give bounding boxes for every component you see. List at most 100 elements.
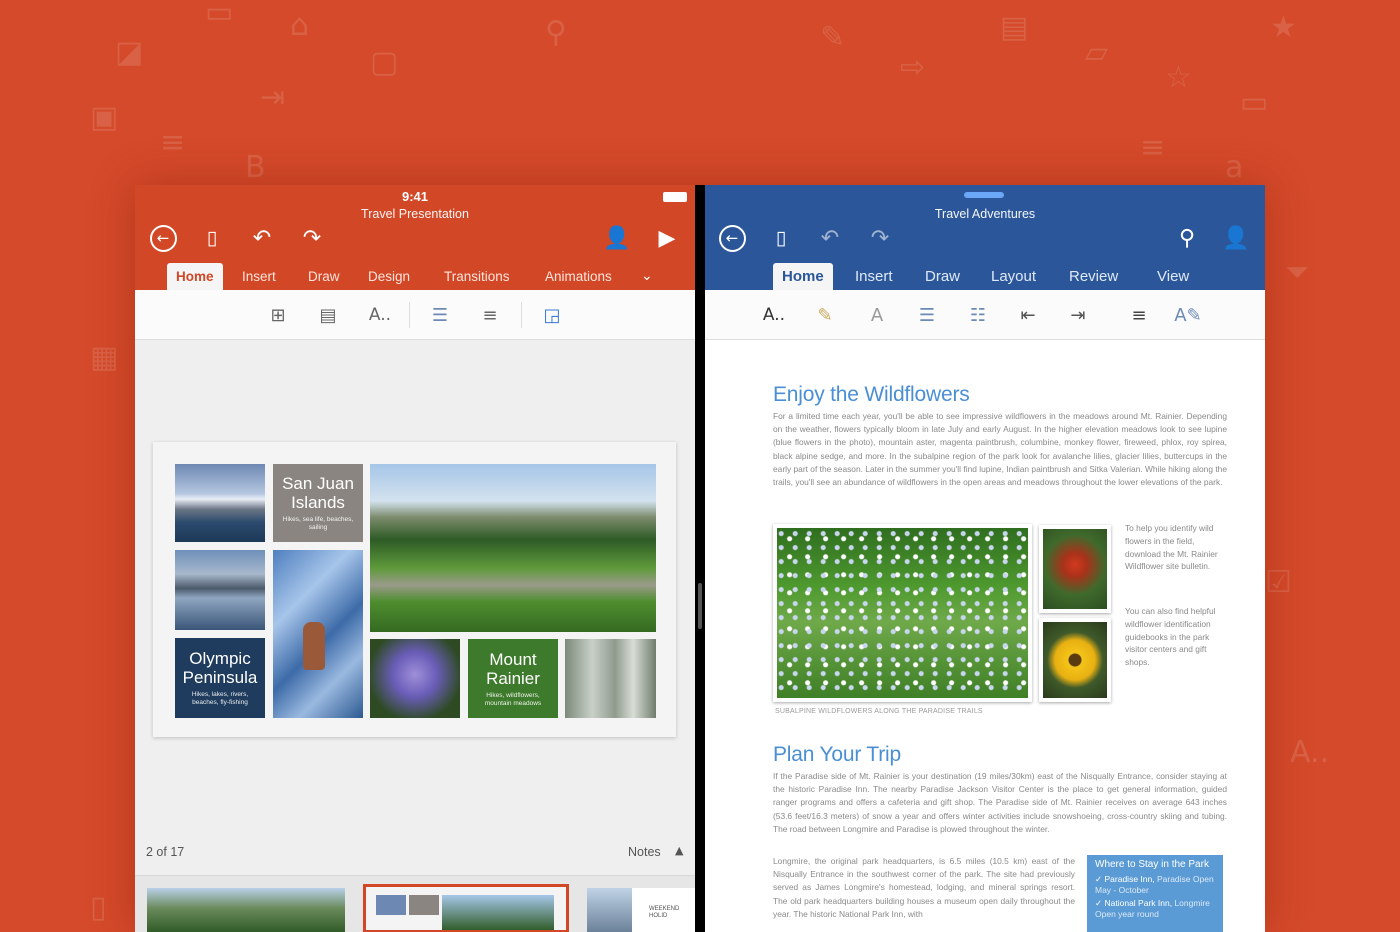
sunflower-figure[interactable] bbox=[1039, 618, 1111, 702]
mount-rainier-tile: Mount Rainier Hikes, wildflowers, mounta… bbox=[468, 639, 558, 718]
stay-item: ✓ National Park Inn, Longmire Open year … bbox=[1095, 898, 1210, 919]
check-icon: ✓ bbox=[1095, 874, 1103, 884]
share-button[interactable]: 👤 bbox=[1219, 221, 1253, 255]
align-icon[interactable]: ≡ bbox=[475, 302, 505, 328]
notes-toggle[interactable]: Notes bbox=[628, 845, 661, 859]
where-to-stay-box[interactable]: Where to Stay in the Park ✓ Paradise Inn… bbox=[1087, 855, 1223, 932]
window-grabber[interactable] bbox=[964, 192, 1004, 198]
ppt-document-title[interactable]: Travel Presentation bbox=[135, 207, 695, 221]
reflection-lake-photo bbox=[175, 550, 265, 630]
ppt-header: 9:41 Travel Presentation ← ▯ ↶ ↷ 👤 ▶ Hom… bbox=[135, 185, 695, 290]
word-toolbar: ← ▯ ↶ ↷ ⚲ 👤 bbox=[705, 221, 1265, 255]
bullets-icon[interactable]: ☰ bbox=[425, 302, 455, 328]
bullets-icon[interactable]: ☰ bbox=[912, 302, 942, 328]
meadow-photo bbox=[777, 528, 1028, 698]
thumb-photo bbox=[442, 895, 554, 930]
paragraph-format-icon[interactable]: ≡ bbox=[1124, 302, 1154, 328]
ribbon-divider bbox=[521, 302, 522, 328]
tab-home[interactable]: Home bbox=[773, 263, 833, 290]
thumb-text: WEEKEND HOLID bbox=[649, 906, 680, 919]
layout-icon[interactable]: ▤ bbox=[313, 302, 343, 328]
file-button[interactable]: ▯ bbox=[764, 221, 798, 255]
aster-flowers-photo bbox=[370, 639, 460, 718]
tab-design[interactable]: Design bbox=[359, 263, 419, 290]
font-format-icon[interactable]: A.. bbox=[759, 302, 789, 328]
fly-fishing-photo bbox=[273, 550, 363, 718]
redo-button[interactable]: ↷ bbox=[863, 221, 897, 255]
undo-icon: ↶ bbox=[820, 225, 840, 251]
tab-view[interactable]: View bbox=[1148, 263, 1198, 290]
word-header: Travel Adventures ← ▯ ↶ ↷ ⚲ 👤 Home Inser… bbox=[705, 185, 1265, 290]
plan-trip-paragraph: If the Paradise side of Mt. Rainier is y… bbox=[773, 771, 1227, 834]
current-slide[interactable]: San Juan Islands Hikes, sea life, beache… bbox=[153, 442, 676, 737]
figure-caption: SUBALPINE WILDFLOWERS ALONG THE PARADISE… bbox=[775, 708, 983, 715]
san-juan-title: San Juan Islands bbox=[282, 474, 354, 512]
slide-thumbnails: WEEKEND HOLID bbox=[135, 875, 695, 932]
tab-animations[interactable]: Animations bbox=[536, 263, 621, 290]
ribbon-divider bbox=[409, 302, 410, 328]
olympic-tile: Olympic Peninsula Hikes, lakes, rivers, … bbox=[175, 638, 265, 718]
mountain-lake-photo bbox=[175, 464, 265, 542]
font-format-icon[interactable]: A.. bbox=[365, 302, 395, 328]
styles-icon[interactable]: A✎ bbox=[1173, 302, 1203, 328]
new-slide-icon[interactable]: ⊞ bbox=[263, 302, 293, 328]
share-button[interactable]: 👤 bbox=[600, 221, 634, 255]
paintbrush-figure[interactable] bbox=[1039, 525, 1111, 613]
ppt-tabs: Home Insert Draw Design Transitions Anim… bbox=[135, 263, 695, 290]
ppt-ribbon: ⊞ ▤ A.. ☰ ≡ ◲ bbox=[135, 290, 695, 340]
tab-home[interactable]: Home bbox=[167, 263, 223, 290]
slide-footer: 2 of 17 Notes ▲ bbox=[135, 840, 695, 864]
caret-up-icon[interactable]: ▲ bbox=[675, 844, 683, 857]
sunflower-photo bbox=[1043, 622, 1107, 698]
shapes-icon[interactable]: ◲ bbox=[537, 302, 567, 328]
check-icon: ✓ bbox=[1095, 898, 1103, 908]
funnel-icon: ⏷ bbox=[1285, 255, 1309, 290]
search-button[interactable]: ⚲ bbox=[1170, 221, 1204, 255]
wildflowers-paragraph: For a limited time each year, you'll be … bbox=[773, 411, 1227, 488]
san-juan-tile: San Juan Islands Hikes, sea life, beache… bbox=[273, 464, 363, 542]
wildflower-meadow-figure[interactable] bbox=[773, 524, 1032, 702]
waterfall-photo bbox=[565, 639, 656, 718]
file-icon: ▯ bbox=[206, 227, 218, 249]
fisherman-figure bbox=[303, 622, 325, 670]
file-button[interactable]: ▯ bbox=[195, 221, 229, 255]
chevron-down-icon[interactable]: ⌄ bbox=[632, 263, 662, 290]
play-icon: ▶ bbox=[658, 225, 676, 251]
redo-button[interactable]: ↷ bbox=[295, 221, 329, 255]
font-color-icon[interactable]: A bbox=[862, 302, 892, 328]
slide-thumbnail-selected[interactable] bbox=[363, 884, 569, 932]
increase-indent-icon[interactable]: ⇥ bbox=[1063, 302, 1093, 328]
divider-handle[interactable] bbox=[698, 583, 702, 629]
side-note-guidebooks: You can also find helpful wildflower ide… bbox=[1125, 606, 1216, 668]
stay-item-name: National Park Inn bbox=[1104, 898, 1170, 908]
undo-button[interactable]: ↶ bbox=[813, 221, 847, 255]
tab-layout[interactable]: Layout bbox=[982, 263, 1045, 290]
undo-button[interactable]: ↶ bbox=[245, 221, 279, 255]
tab-transitions[interactable]: Transitions bbox=[435, 263, 519, 290]
decrease-indent-icon[interactable]: ⇤ bbox=[1013, 302, 1043, 328]
tab-review[interactable]: Review bbox=[1060, 263, 1127, 290]
back-button[interactable]: ← bbox=[146, 221, 180, 255]
slide-thumbnail[interactable] bbox=[147, 888, 345, 932]
tab-insert[interactable]: Insert bbox=[846, 263, 902, 290]
back-arrow-icon: ← bbox=[149, 224, 177, 252]
document-page[interactable]: Enjoy the Wildflowers For a limited time… bbox=[773, 383, 1227, 489]
background-pattern: ▭ ⌂ ⚲ ✎ ▤ ☆ ★ ◪ ⇥ ▢ ▣ ≡ B ▱ ▭ ≡ a ⇨ bbox=[90, 0, 1297, 185]
numbering-icon[interactable]: ☷ bbox=[963, 302, 993, 328]
san-juan-subtitle: Hikes, sea life, beaches, sailing bbox=[282, 516, 354, 531]
document-icon: ▯ bbox=[90, 890, 107, 925]
stay-item: ✓ Paradise Inn, Paradise Open May - Octo… bbox=[1095, 874, 1214, 895]
slide-counter: 2 of 17 bbox=[146, 845, 185, 859]
highlighter-icon[interactable]: ✎ bbox=[810, 302, 840, 328]
thumb-photo bbox=[376, 895, 406, 915]
battery-icon bbox=[663, 192, 687, 202]
checkbox-icon: ☑ bbox=[1265, 565, 1292, 600]
play-button[interactable]: ▶ bbox=[650, 221, 684, 255]
back-button[interactable]: ← bbox=[715, 221, 749, 255]
slide-thumbnail[interactable]: WEEKEND HOLID bbox=[587, 888, 695, 932]
tab-draw[interactable]: Draw bbox=[916, 263, 969, 290]
word-document-title[interactable]: Travel Adventures bbox=[705, 207, 1265, 221]
tab-insert[interactable]: Insert bbox=[233, 263, 285, 290]
split-view-divider[interactable] bbox=[695, 185, 705, 932]
tab-draw[interactable]: Draw bbox=[299, 263, 349, 290]
